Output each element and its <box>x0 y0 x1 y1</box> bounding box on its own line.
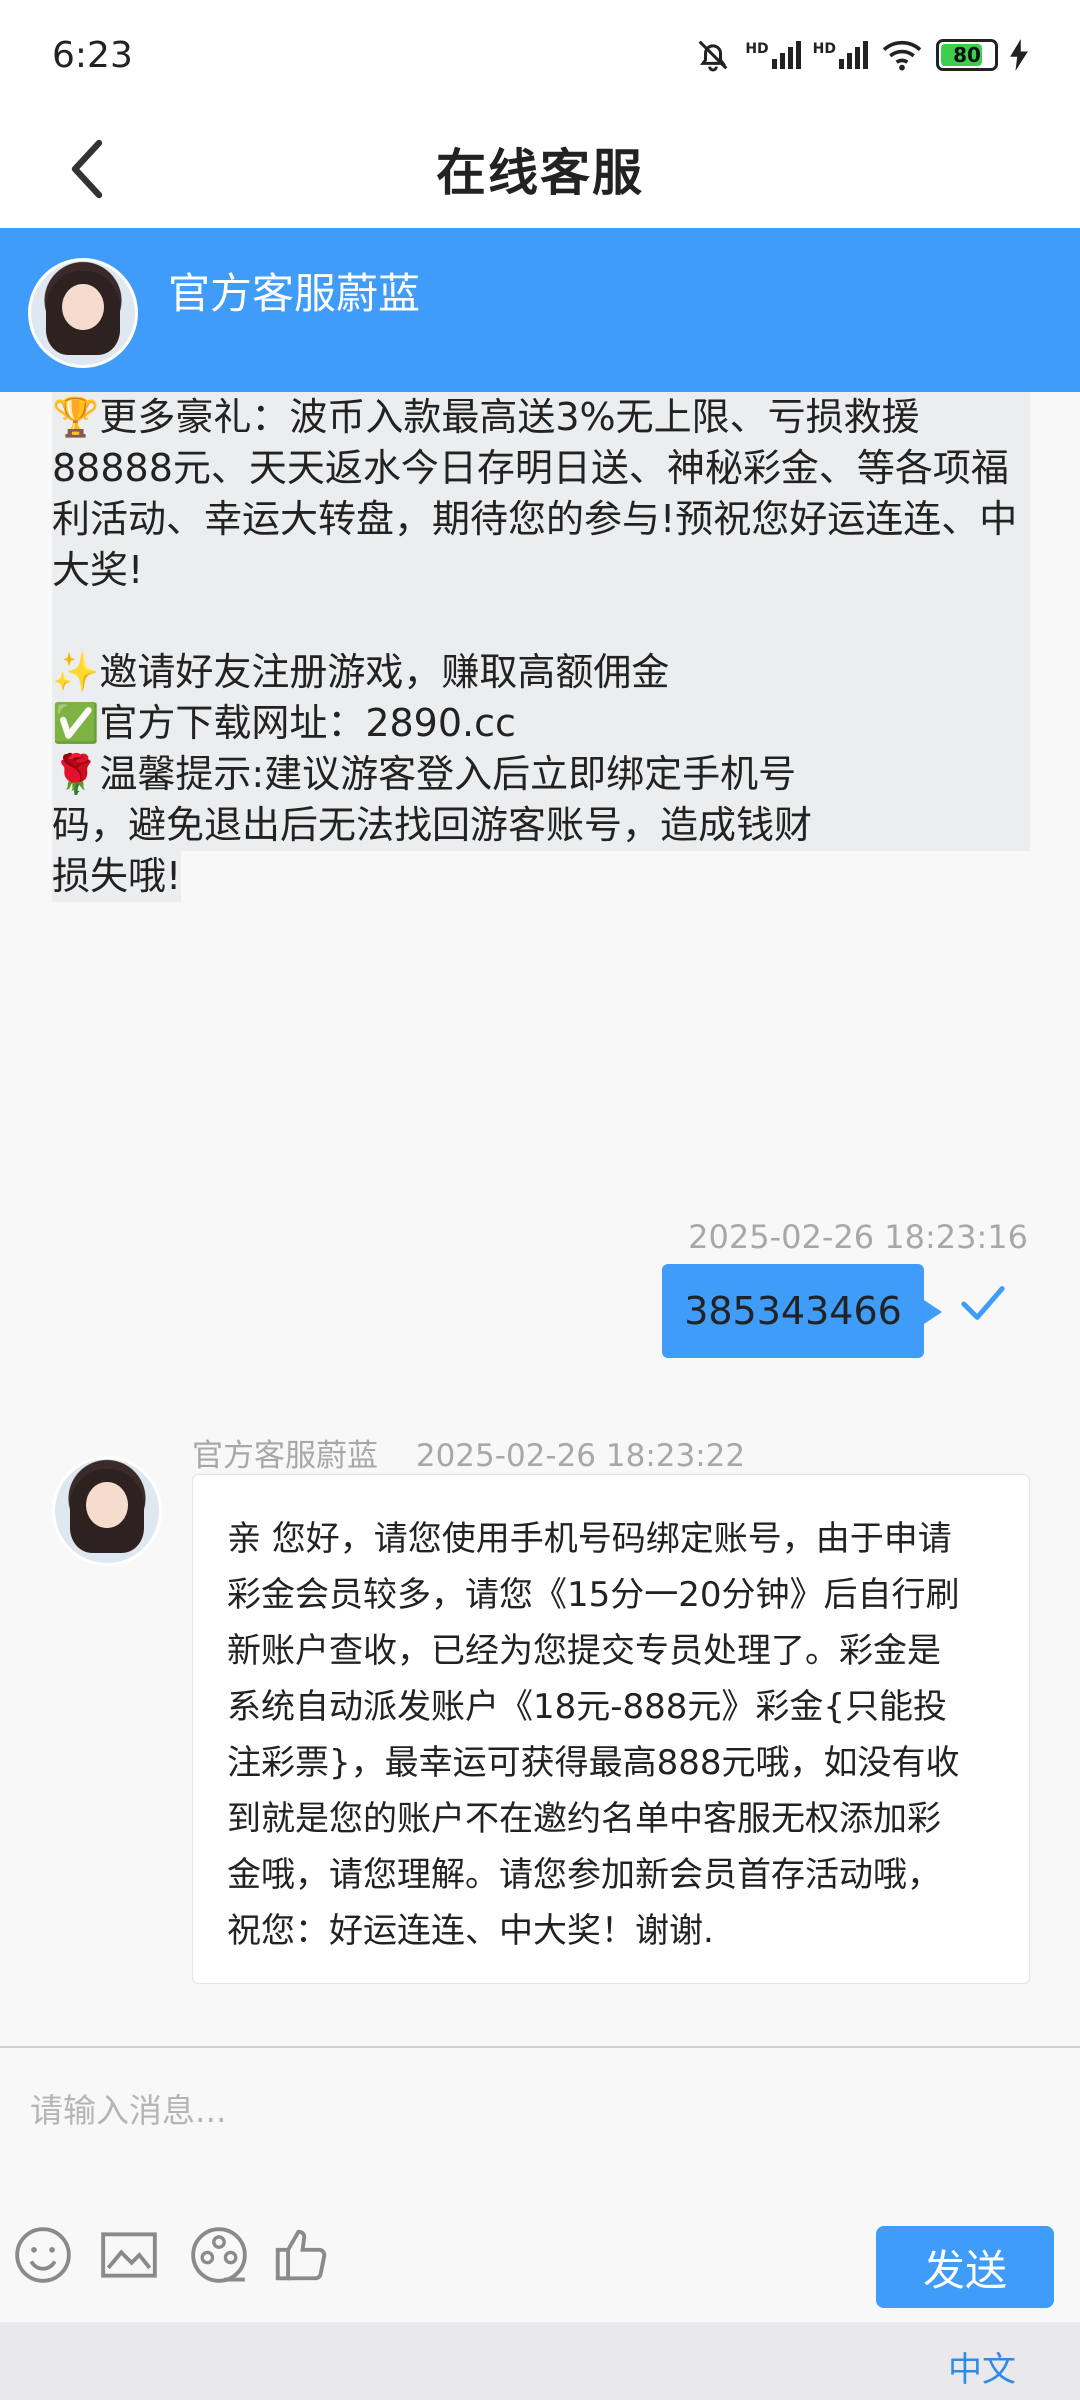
agent-name: 官方客服蔚蓝 <box>168 269 421 318</box>
incoming-message-line: 系统自动派发账户《18元-888元》彩金{只能投 <box>227 1687 948 1727</box>
chat-area[interactable]: 🏆更多豪礼：波币入款最高送3%无上限、亏损救援 88888元、天天返水今日存明日… <box>0 392 1080 2048</box>
back-button[interactable] <box>52 134 122 204</box>
promo-line: 码，避免退出后无法找回游客账号，造成钱财 <box>52 803 813 847</box>
agent-avatar[interactable] <box>28 258 138 368</box>
status-icons: HD HD 80 <box>693 35 1028 75</box>
promo-line: 88888元、天天返水今日存明日送、神秘彩金、等各项福 <box>52 446 1009 490</box>
promo-line: 利活动、幸运大转盘，期待您的参与!预祝您好运连连、中 <box>52 497 1018 541</box>
footer-bar: 中文 <box>0 2322 1080 2400</box>
bell-muted-icon <box>698 40 728 72</box>
incoming-message-line: 亲 您好，请您使用手机号码绑定账号，由于申请 <box>227 1519 952 1559</box>
promo-line: 损失哦! <box>52 851 182 902</box>
incoming-timestamp: 2025-02-26 18:23:22 <box>415 1438 746 1474</box>
promo-message-body: 🏆更多豪礼：波币入款最高送3%无上限、亏损救援 88888元、天天返水今日存明日… <box>52 392 1030 851</box>
charging-icon <box>1010 39 1028 71</box>
incoming-message-meta: 官方客服蔚蓝 2025-02-26 18:23:22 <box>192 1430 745 1475</box>
emoji-icon[interactable] <box>12 2224 74 2286</box>
sender-name: 官方客服蔚蓝 <box>192 1438 378 1474</box>
message-composer: 发送 <box>0 2046 1080 2322</box>
language-switch[interactable]: 中文 <box>948 2342 1016 2391</box>
incoming-message-bubble[interactable]: 亲 您好，请您使用手机号码绑定账号，由于申请 彩金会员较多，请您《15分一20分… <box>192 1474 1030 1984</box>
incoming-message-line: 到就是您的账户不在邀约名单中客服无权添加彩 <box>227 1799 941 1839</box>
promo-line: ✅官方下载网址：2890.cc <box>52 701 516 745</box>
message-input[interactable] <box>28 2070 1048 2150</box>
top-nav-header: 在线客服 <box>0 110 1080 228</box>
incoming-message-line: 注彩票}，最幸运可获得最高888元哦，如没有收 <box>227 1743 960 1783</box>
outgoing-message-text: 385343466 <box>684 1289 902 1333</box>
promo-line: 大奖! <box>52 548 144 592</box>
video-icon[interactable] <box>188 2224 250 2286</box>
promo-message: 🏆更多豪礼：波币入款最高送3%无上限、亏损救援 88888元、天天返水今日存明日… <box>52 392 1030 902</box>
agent-banner: 官方客服蔚蓝 <box>0 228 1080 392</box>
send-button[interactable]: 发送 <box>876 2226 1054 2308</box>
promo-line: ✨邀请好友注册游戏，赚取高额佣金 <box>52 650 670 694</box>
outgoing-message-bubble[interactable]: 385343466 <box>662 1264 942 1358</box>
cell-signal-2-icon: HD <box>813 41 868 69</box>
incoming-message-line: 彩金会员较多，请您《15分一20分钟》后自行刷 <box>227 1575 960 1615</box>
promo-line: 🏆更多豪礼：波币入款最高送3%无上限、亏损救援 <box>52 395 920 439</box>
page-title: 在线客服 <box>436 144 644 202</box>
incoming-message-line: 新账户查收，已经为您提交专员处理了。彩金是 <box>227 1631 941 1671</box>
sender-avatar[interactable] <box>52 1456 162 1566</box>
status-time: 6:23 <box>52 34 133 76</box>
cell-signal-icon: HD <box>745 41 801 69</box>
incoming-message-line: 金哦，请您理解。请您参加新会员首存活动哦， <box>227 1855 941 1895</box>
image-icon[interactable] <box>98 2224 160 2286</box>
chevron-left-icon <box>71 139 103 199</box>
battery-level: 80 <box>953 43 981 67</box>
read-check-icon <box>961 1286 1005 1320</box>
outgoing-timestamp: 2025-02-26 18:23:16 <box>688 1218 1028 1256</box>
promo-line: 🌹温馨提示:建议游客登入后立即绑定手机号 <box>52 752 797 796</box>
battery-icon: 80 <box>936 39 998 71</box>
wifi-icon <box>882 40 922 71</box>
promo-blank-line <box>52 596 1030 647</box>
incoming-message-line: 祝您：好运连连、中大奖！谢谢. <box>227 1911 714 1951</box>
thumbs-up-icon[interactable] <box>270 2224 332 2286</box>
status-bar: 6:23 HD HD 80 <box>0 0 1080 110</box>
